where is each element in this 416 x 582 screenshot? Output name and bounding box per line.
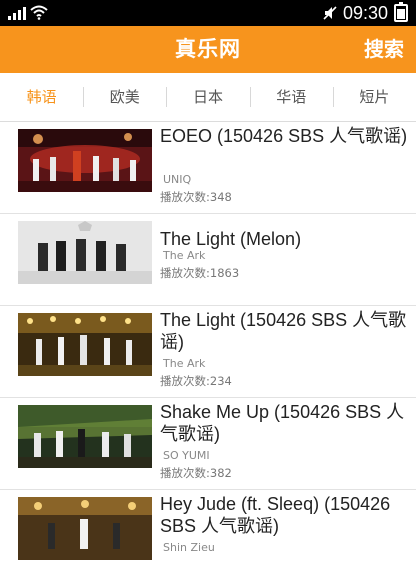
tab-chinese[interactable]: 华语 [249,73,333,121]
wifi-icon [30,5,48,20]
video-artist: UNIQ [163,173,192,186]
battery-icon [394,2,408,22]
video-thumbnail [18,405,152,468]
video-list: EOEO (150426 SBS 人气歌谣) UNIQ 播放次数:348 The… [0,122,416,582]
video-artist: The Ark [163,357,206,370]
play-count: 播放次数:382 [160,466,232,480]
app-header: 真乐网 搜索 [0,26,416,73]
video-list-item[interactable]: The Light (Melon) The Ark 播放次数:1863 [0,214,416,306]
category-tabs: 韩语 欧美 日本 华语 短片 [0,73,416,122]
video-thumbnail [18,497,152,560]
video-title: Hey Jude (ft. Sleeq) (150426 SBS 人气歌谣) [160,494,391,536]
video-title: Shake Me Up (150426 SBS 人气歌谣) [160,402,405,444]
video-artist: The Ark [163,249,206,262]
video-thumbnail [18,313,152,376]
tab-korean[interactable]: 韩语 [0,73,83,121]
mute-icon [323,6,337,20]
video-title: EOEO (150426 SBS 人气歌谣) [160,126,408,146]
video-title: The Light (150426 SBS 人气歌谣) [160,310,407,352]
play-count: 播放次数:348 [160,190,232,204]
status-bar: 09:30 [0,0,416,26]
video-list-item[interactable]: The Light (150426 SBS 人气歌谣) The Ark 播放次数… [0,306,416,398]
app-title: 真乐网 [175,37,241,61]
video-thumbnail [18,221,152,284]
clock: 09:30 [342,3,388,23]
video-list-item[interactable]: Hey Jude (ft. Sleeq) (150426 SBS 人气歌谣) S… [0,490,416,582]
video-list-item[interactable]: EOEO (150426 SBS 人气歌谣) UNIQ 播放次数:348 [0,122,416,214]
video-list-item[interactable]: Shake Me Up (150426 SBS 人气歌谣) SO YUMI 播放… [0,398,416,490]
video-artist: SO YUMI [163,449,210,462]
tab-western[interactable]: 欧美 [83,73,166,121]
video-title: The Light (Melon) [160,229,302,249]
tab-short-clips[interactable]: 短片 [332,73,416,121]
signal-icon [8,6,28,20]
tab-japanese[interactable]: 日本 [166,73,249,121]
search-button[interactable]: 搜索 [364,26,404,73]
video-thumbnail [18,129,152,192]
play-count: 播放次数:1863 [160,266,240,280]
play-count: 播放次数:234 [160,374,232,388]
video-artist: Shin Ziеu [163,541,215,554]
